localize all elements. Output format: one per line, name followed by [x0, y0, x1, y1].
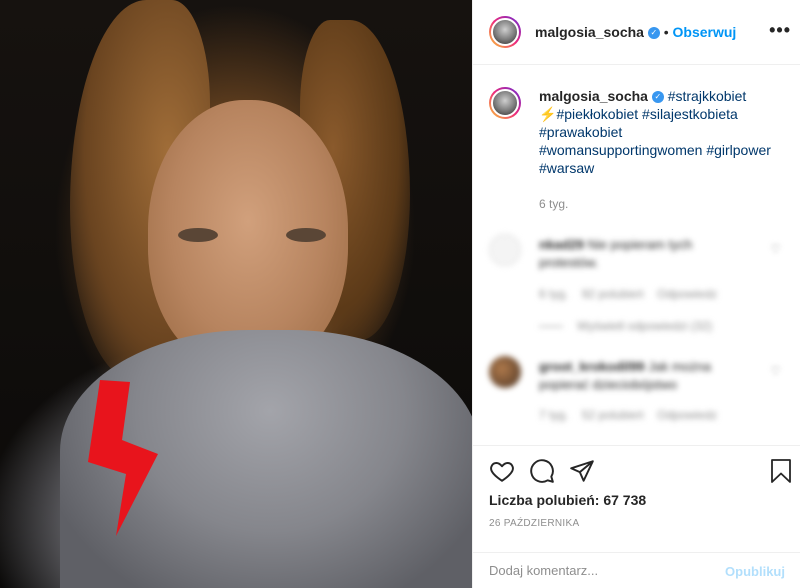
more-options-icon[interactable]: •••: [769, 20, 791, 41]
hashtag[interactable]: #warsaw: [539, 160, 594, 176]
avatar[interactable]: [489, 16, 521, 48]
lightning-emoji-icon: ⚡: [539, 106, 557, 122]
comment-text: Nie popieram tych: [587, 237, 693, 252]
comment-body: nkad29 Nie popieram tych protestów.: [539, 236, 759, 272]
comment-form: Opublikuj: [473, 552, 800, 588]
follow-button[interactable]: Obserwuj: [673, 24, 737, 40]
comment-meta: 6 tyg. 92 polubień Odpowiedz: [539, 287, 789, 301]
hashtag[interactable]: #piekłokobiet #silajestkobieta: [556, 106, 737, 122]
comment-avatar[interactable]: [489, 234, 521, 266]
verified-badge-icon: ✓: [647, 27, 660, 40]
view-replies-button[interactable]: Wyświetl odpowiedzi (32): [539, 319, 789, 333]
comment-item: groot_krokodil99 Jak można popierać dzie…: [473, 354, 800, 434]
comment-body: groot_krokodil99 Jak można popierać dzie…: [539, 358, 759, 394]
caption-text: malgosia_socha ✓ #strajkkobiet ⚡#piekłok…: [539, 87, 789, 177]
comment-icon[interactable]: [529, 458, 555, 484]
post-actions: Liczba polubień: 67 738 26 PAŹDZIERNIKA …: [473, 445, 800, 588]
photo-eye-left: [178, 228, 218, 242]
post-photo[interactable]: [0, 0, 472, 588]
comment-text-line2: protestów.: [539, 255, 599, 270]
hashtag[interactable]: #womansupportingwomen #girlpower: [539, 142, 771, 158]
post-date[interactable]: 26 PAŹDZIERNIKA: [489, 518, 579, 529]
comment-username[interactable]: nkad29: [539, 237, 584, 252]
hashtag[interactable]: #strajkkobiet: [668, 88, 747, 104]
caption-username[interactable]: malgosia_socha: [539, 88, 648, 104]
comment-item: nkad29 Nie popieram tych protestów. ♡ 6 …: [473, 232, 800, 342]
comment-likes[interactable]: 52 polubień: [582, 408, 644, 422]
header-username[interactable]: malgosia_socha: [535, 24, 644, 40]
post-comment-button[interactable]: Opublikuj: [725, 564, 785, 579]
comment-reply-button[interactable]: Odpowiedz: [657, 408, 717, 422]
comment-like-icon[interactable]: ♡: [770, 242, 781, 256]
comment-input[interactable]: [489, 563, 709, 578]
hashtag[interactable]: #prawakobiet: [539, 124, 622, 140]
comment-text: Jak można: [648, 359, 711, 374]
comment-reply-button[interactable]: Odpowiedz: [657, 287, 717, 301]
comment-likes[interactable]: 92 polubień: [582, 287, 644, 301]
likes-count[interactable]: Liczba polubień: 67 738: [489, 492, 646, 508]
post-side-panel: malgosia_socha ✓ • Obserwuj ••• malgosia…: [472, 0, 800, 588]
photo-eye-right: [286, 228, 326, 242]
caption-avatar[interactable]: [489, 87, 521, 119]
comment-like-icon[interactable]: ♡: [770, 364, 781, 378]
lightning-bolt-icon: [88, 380, 158, 536]
share-icon[interactable]: [569, 458, 595, 484]
verified-badge-icon: ✓: [651, 91, 664, 104]
header-user-line: malgosia_socha ✓ • Obserwuj: [535, 24, 736, 40]
bookmark-icon[interactable]: [769, 458, 793, 484]
comment-avatar[interactable]: [489, 356, 521, 388]
comment-username[interactable]: groot_krokodil99: [539, 359, 644, 374]
header-separator: •: [663, 24, 669, 40]
comment-age: 7 tyg.: [539, 408, 569, 422]
post-header: malgosia_socha ✓ • Obserwuj •••: [473, 0, 800, 65]
comment-text-line2: popierać dzieciobójstwo: [539, 377, 678, 392]
comment-meta: 7 tyg. 52 polubień Odpowiedz: [539, 408, 789, 422]
caption-age: 6 tyg.: [539, 197, 569, 211]
comment-age: 6 tyg.: [539, 287, 569, 301]
heart-icon[interactable]: [489, 458, 515, 484]
